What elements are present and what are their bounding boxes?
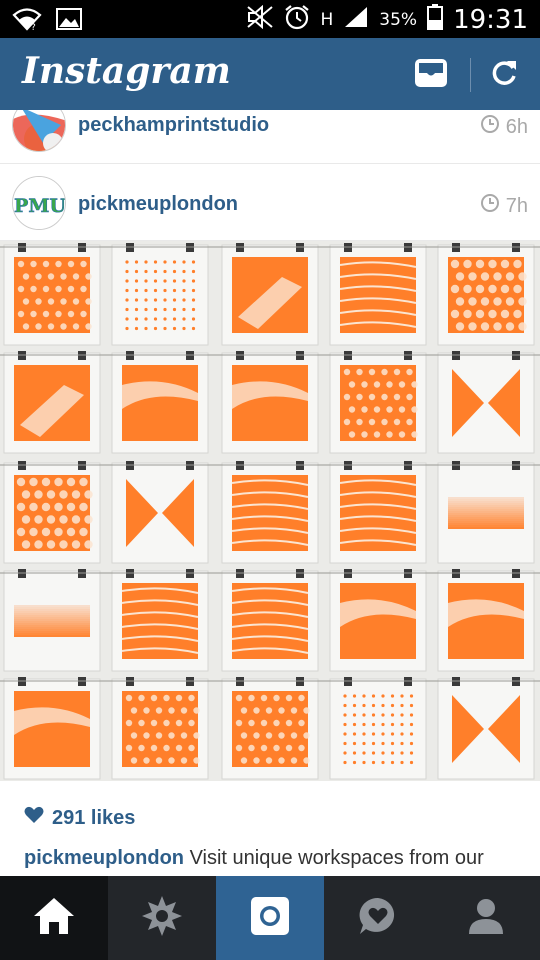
print-tile — [3, 569, 101, 672]
alarm-icon — [284, 4, 310, 35]
likes-count: 291 likes — [52, 806, 136, 829]
header-divider — [470, 58, 471, 92]
post-time-label: 7h — [505, 194, 528, 217]
home-icon — [32, 896, 76, 941]
avatar[interactable]: PMU — [12, 176, 66, 230]
profile-icon — [466, 896, 506, 941]
post-username[interactable]: peckhamprintstudio — [78, 114, 269, 137]
inbox-icon — [413, 57, 449, 94]
explore-icon — [140, 894, 184, 943]
nav-home[interactable] — [0, 876, 108, 960]
status-time: 19:31 — [453, 4, 528, 35]
print-tile — [329, 569, 427, 672]
post-photo[interactable] — [0, 241, 540, 781]
print-tile — [437, 351, 535, 454]
feed[interactable]: peckhamprintstudio 6h PMU pickmeuplondon… — [0, 110, 540, 876]
clock-icon — [480, 193, 500, 219]
app-title: Instagram — [22, 50, 231, 92]
print-tile — [111, 243, 209, 346]
print-tile — [437, 677, 535, 780]
battery-percent: 35% — [379, 9, 418, 30]
refresh-button[interactable] — [481, 52, 527, 98]
print-tile — [221, 677, 319, 780]
print-tile — [221, 569, 319, 672]
print-tile — [221, 461, 319, 564]
print-tile — [111, 677, 209, 780]
post-time: 7h — [480, 193, 528, 219]
avatar-text: PMU — [14, 195, 66, 217]
post-username[interactable]: pickmeuplondon — [78, 193, 238, 216]
print-tile — [329, 243, 427, 346]
status-bar: ? H 35% 19:31 — [0, 0, 540, 38]
print-tile — [111, 569, 209, 672]
wifi-icon: ? — [12, 7, 42, 36]
print-tile — [3, 351, 101, 454]
image-icon — [56, 8, 82, 35]
print-tile — [437, 243, 535, 346]
camera-icon — [250, 896, 290, 941]
nav-activity[interactable] — [324, 876, 432, 960]
print-tile — [3, 461, 101, 564]
nav-profile[interactable] — [432, 876, 540, 960]
post-header[interactable]: peckhamprintstudio 6h — [0, 110, 540, 164]
print-tile — [329, 351, 427, 454]
post-time: 6h — [480, 114, 528, 140]
print-tile — [437, 461, 535, 564]
print-tile — [221, 243, 319, 346]
activity-icon — [356, 894, 400, 943]
clock-icon — [480, 114, 500, 140]
caption-text: Visit unique workspaces from our — [189, 847, 484, 869]
print-tile — [221, 351, 319, 454]
post-caption: pickmeuplondon Visit unique workspaces f… — [24, 847, 484, 870]
post-time-label: 6h — [505, 115, 528, 138]
caption-username[interactable]: pickmeuplondon — [24, 847, 184, 869]
signal-icon — [343, 5, 369, 34]
network-type-icon: H — [320, 9, 334, 30]
app-header: Instagram — [0, 38, 540, 110]
print-tile — [329, 677, 427, 780]
bottom-nav — [0, 876, 540, 960]
print-tile — [111, 461, 209, 564]
likes-row[interactable]: 291 likes — [24, 806, 135, 830]
print-tile — [329, 461, 427, 564]
prints-wall-image — [0, 241, 540, 781]
heart-icon — [24, 806, 44, 830]
print-tile — [3, 677, 101, 780]
post-header[interactable]: PMU pickmeuplondon 7h — [0, 165, 540, 241]
print-tile — [437, 569, 535, 672]
svg-text:?: ? — [31, 23, 36, 31]
battery-icon — [427, 4, 444, 35]
inbox-button[interactable] — [408, 52, 454, 98]
refresh-icon — [489, 58, 519, 93]
mute-icon — [246, 4, 274, 34]
print-tile — [3, 243, 101, 346]
nav-explore[interactable] — [108, 876, 216, 960]
nav-camera[interactable] — [216, 876, 324, 960]
avatar[interactable] — [12, 110, 66, 152]
print-tile — [111, 351, 209, 454]
